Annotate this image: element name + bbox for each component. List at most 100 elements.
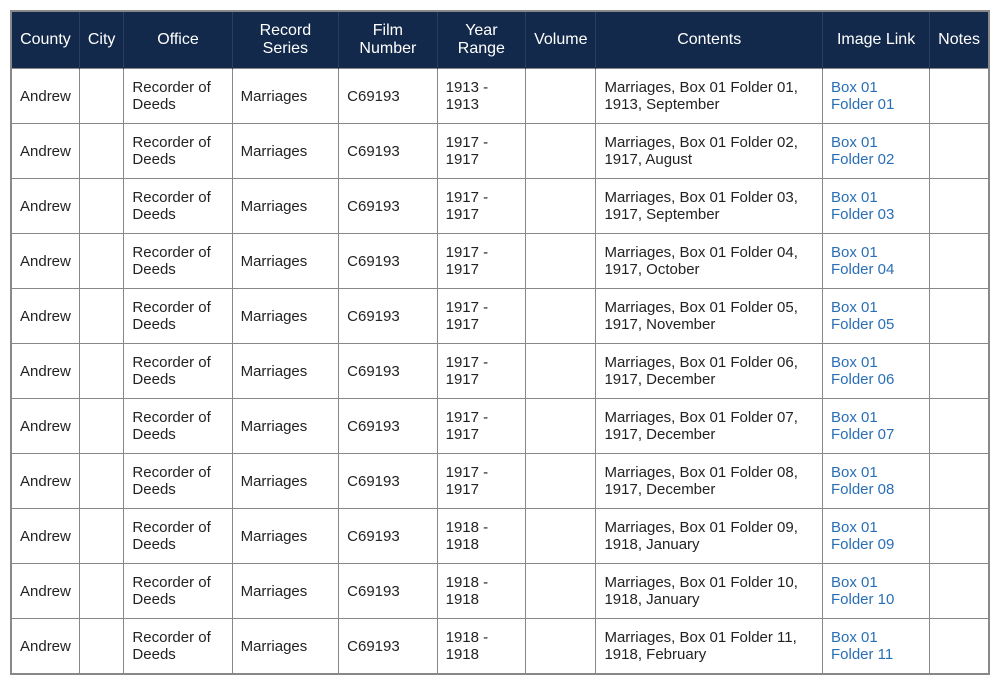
cell-county: Andrew [11,344,79,399]
cell-city [79,454,124,509]
cell-county: Andrew [11,454,79,509]
image-link[interactable]: Box 01 Folder 10 [831,574,894,608]
cell-office: Recorder of Deeds [124,399,232,454]
cell-image-link: Box 01 Folder 04 [823,234,930,289]
cell-image-link: Box 01 Folder 10 [823,564,930,619]
image-link[interactable]: Box 01 Folder 05 [831,299,894,333]
cell-notes [930,564,989,619]
cell-city [79,179,124,234]
image-link[interactable]: Box 01 Folder 01 [831,79,894,113]
cell-city [79,69,124,124]
cell-year-range: 1918 - 1918 [437,619,525,675]
cell-record-series: Marriages [232,344,339,399]
cell-year-range: 1917 - 1917 [437,179,525,234]
cell-office: Recorder of Deeds [124,234,232,289]
table-row: AndrewRecorder of DeedsMarriagesC6919319… [11,564,989,619]
cell-city [79,399,124,454]
cell-office: Recorder of Deeds [124,509,232,564]
cell-county: Andrew [11,234,79,289]
cell-city [79,124,124,179]
image-link[interactable]: Box 01 Folder 02 [831,134,894,168]
cell-volume [526,69,596,124]
cell-record-series: Marriages [232,509,339,564]
header-record-series: Record Series [232,11,339,69]
cell-year-range: 1917 - 1917 [437,399,525,454]
cell-contents: Marriages, Box 01 Folder 02, 1917, Augus… [596,124,823,179]
image-link[interactable]: Box 01 Folder 06 [831,354,894,388]
cell-year-range: 1917 - 1917 [437,344,525,399]
cell-image-link: Box 01 Folder 11 [823,619,930,675]
cell-volume [526,564,596,619]
cell-notes [930,454,989,509]
cell-film-number: C69193 [339,124,437,179]
records-table: County City Office Record Series Film Nu… [10,10,990,675]
image-link[interactable]: Box 01 Folder 07 [831,409,894,443]
cell-office: Recorder of Deeds [124,124,232,179]
cell-city [79,619,124,675]
cell-volume [526,619,596,675]
cell-office: Recorder of Deeds [124,344,232,399]
cell-volume [526,124,596,179]
cell-notes [930,179,989,234]
header-year-range: Year Range [437,11,525,69]
cell-year-range: 1917 - 1917 [437,289,525,344]
cell-record-series: Marriages [232,289,339,344]
table-body: AndrewRecorder of DeedsMarriagesC6919319… [11,69,989,675]
cell-county: Andrew [11,509,79,564]
table-row: AndrewRecorder of DeedsMarriagesC6919319… [11,399,989,454]
cell-office: Recorder of Deeds [124,619,232,675]
cell-volume [526,509,596,564]
cell-county: Andrew [11,124,79,179]
cell-volume [526,344,596,399]
cell-volume [526,234,596,289]
table-row: AndrewRecorder of DeedsMarriagesC6919319… [11,234,989,289]
cell-contents: Marriages, Box 01 Folder 01, 1913, Septe… [596,69,823,124]
cell-year-range: 1917 - 1917 [437,124,525,179]
cell-contents: Marriages, Box 01 Folder 11, 1918, Febru… [596,619,823,675]
header-office: Office [124,11,232,69]
cell-notes [930,289,989,344]
cell-contents: Marriages, Box 01 Folder 06, 1917, Decem… [596,344,823,399]
cell-film-number: C69193 [339,454,437,509]
table-row: AndrewRecorder of DeedsMarriagesC6919319… [11,124,989,179]
cell-film-number: C69193 [339,234,437,289]
cell-film-number: C69193 [339,289,437,344]
cell-image-link: Box 01 Folder 03 [823,179,930,234]
cell-county: Andrew [11,564,79,619]
cell-record-series: Marriages [232,619,339,675]
cell-notes [930,69,989,124]
cell-year-range: 1917 - 1917 [437,454,525,509]
cell-record-series: Marriages [232,69,339,124]
cell-county: Andrew [11,399,79,454]
image-link[interactable]: Box 01 Folder 03 [831,189,894,223]
cell-volume [526,454,596,509]
cell-film-number: C69193 [339,69,437,124]
cell-image-link: Box 01 Folder 08 [823,454,930,509]
cell-film-number: C69193 [339,399,437,454]
image-link[interactable]: Box 01 Folder 08 [831,464,894,498]
cell-office: Recorder of Deeds [124,179,232,234]
cell-contents: Marriages, Box 01 Folder 10, 1918, Janua… [596,564,823,619]
cell-notes [930,344,989,399]
cell-office: Recorder of Deeds [124,289,232,344]
cell-city [79,509,124,564]
cell-film-number: C69193 [339,179,437,234]
cell-year-range: 1917 - 1917 [437,234,525,289]
cell-record-series: Marriages [232,564,339,619]
cell-volume [526,399,596,454]
cell-year-range: 1913 - 1913 [437,69,525,124]
cell-office: Recorder of Deeds [124,69,232,124]
cell-year-range: 1918 - 1918 [437,509,525,564]
cell-county: Andrew [11,619,79,675]
cell-city [79,289,124,344]
image-link[interactable]: Box 01 Folder 11 [831,629,893,663]
cell-volume [526,179,596,234]
cell-year-range: 1918 - 1918 [437,564,525,619]
image-link[interactable]: Box 01 Folder 04 [831,244,894,278]
cell-film-number: C69193 [339,564,437,619]
image-link[interactable]: Box 01 Folder 09 [831,519,894,553]
cell-film-number: C69193 [339,619,437,675]
cell-image-link: Box 01 Folder 02 [823,124,930,179]
cell-office: Recorder of Deeds [124,454,232,509]
cell-volume [526,289,596,344]
